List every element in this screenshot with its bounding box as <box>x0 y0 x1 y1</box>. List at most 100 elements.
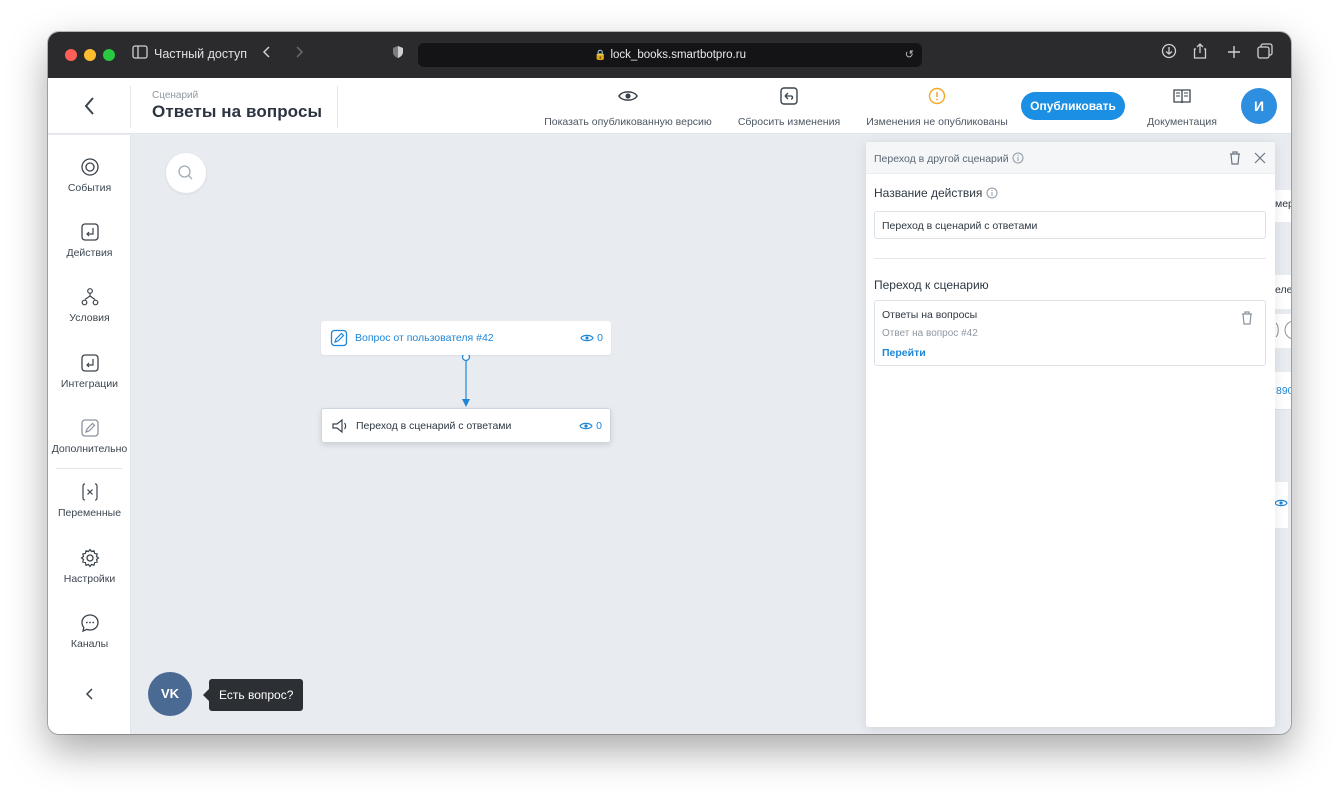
publish-button[interactable]: Опубликовать <box>1021 92 1125 120</box>
sidebar-item-label: Дополнительно <box>51 443 128 455</box>
gear-icon <box>80 548 99 568</box>
share-icon[interactable] <box>1193 43 1207 67</box>
sidebar-item-additional[interactable]: Дополнительно <box>48 418 131 455</box>
action-properties-panel: Переход в другой сценарий Название дейст… <box>866 142 1275 727</box>
background-text: 890 <box>1276 385 1291 397</box>
back-nav-icon[interactable] <box>262 43 272 67</box>
zoom-window-button[interactable] <box>103 49 115 61</box>
url-text: lock_books.smartbotpro.ru <box>610 49 746 61</box>
node-label: Переход в сценарий с ответами <box>356 420 512 432</box>
node-label: Вопрос от пользователя #42 <box>355 332 494 344</box>
scenario-caption: Сценарий <box>152 90 199 101</box>
documentation-button[interactable]: Документация <box>1142 84 1222 128</box>
action-name-label-text: Название действия <box>874 186 983 200</box>
background-text: еле <box>1275 284 1291 296</box>
sidebar-item-label: Переменные <box>57 507 122 519</box>
background-circles-icon <box>1275 320 1291 340</box>
target-scenario-card: Ответы на вопросы Ответ на вопрос #42 Пе… <box>874 300 1266 366</box>
close-window-button[interactable] <box>65 49 77 61</box>
eye-icon <box>1274 499 1288 507</box>
sidebar-item-settings[interactable]: Настройки <box>48 548 131 585</box>
flow-node-transition[interactable]: Переход в сценарий с ответами 0 <box>321 408 611 443</box>
show-published-button[interactable]: Показать опубликованную версию <box>542 84 714 128</box>
scenario-title[interactable]: Ответы на вопросы <box>152 102 322 122</box>
panel-title-text: Переход в другой сценарий <box>874 153 1009 165</box>
browser-titlebar: Частный доступ 🔒 lock_books.smartbotpro.r… <box>48 32 1291 78</box>
sidebar-item-integrations[interactable]: Интеграции <box>48 353 131 390</box>
edit-icon <box>330 329 348 347</box>
reset-changes-button[interactable]: Сбросить изменения <box>734 84 844 128</box>
close-icon[interactable] <box>1253 150 1267 166</box>
flow-node-question[interactable]: Вопрос от пользователя #42 0 <box>321 321 611 355</box>
show-published-label: Показать опубликованную версию <box>544 116 712 128</box>
target-scenario-step: Ответ на вопрос #42 <box>882 328 978 339</box>
warning-icon <box>928 87 946 105</box>
edit-icon <box>80 419 99 437</box>
panel-header: Переход в другой сценарий <box>866 142 1275 174</box>
background-panel-fragment <box>1274 482 1288 528</box>
book-icon <box>1173 89 1191 104</box>
tab-overview-icon[interactable] <box>1257 43 1273 67</box>
sidebar-item-label: Интеграции <box>60 378 119 390</box>
vk-support-button[interactable]: VK <box>148 672 192 716</box>
sidebar-item-conditions[interactable]: Условия <box>48 287 131 324</box>
sidebar-item-label: События <box>67 182 112 194</box>
info-icon[interactable] <box>986 187 998 199</box>
header-divider <box>130 86 131 128</box>
app-header: Сценарий Ответы на вопросы Показать опуб… <box>48 78 1291 134</box>
user-avatar[interactable]: И <box>1241 88 1277 124</box>
minimize-window-button[interactable] <box>84 49 96 61</box>
back-button[interactable] <box>78 92 102 120</box>
trash-icon[interactable] <box>1228 150 1242 166</box>
chat-icon <box>80 614 99 633</box>
sidebar-item-label: Настройки <box>63 573 116 585</box>
integration-icon <box>80 354 99 372</box>
sidebar-item-actions[interactable]: Действия <box>48 222 131 259</box>
help-tooltip: Есть вопрос? <box>202 679 304 711</box>
address-bar[interactable]: 🔒 lock_books.smartbotpro.ru ↺ <box>418 43 922 67</box>
shield-icon[interactable] <box>392 43 404 67</box>
sidebar-divider <box>56 468 122 469</box>
views-count: 0 <box>597 332 603 344</box>
target-icon <box>80 158 99 176</box>
trash-icon[interactable] <box>1240 310 1254 326</box>
download-icon[interactable] <box>1161 43 1177 67</box>
node-views-counter: 0 <box>579 420 602 432</box>
action-name-label: Название действия <box>874 186 998 200</box>
sidebar-item-label: Условия <box>69 312 110 324</box>
new-tab-icon[interactable] <box>1227 43 1241 67</box>
node-views-counter: 0 <box>580 332 603 344</box>
unpublished-status: Изменения не опубликованы <box>860 84 1014 128</box>
action-icon <box>80 223 99 241</box>
chevron-left-icon <box>84 97 94 115</box>
sidebar-item-channels[interactable]: Каналы <box>48 613 131 650</box>
eye-icon <box>580 334 594 342</box>
views-count: 0 <box>596 420 602 432</box>
lock-icon: 🔒 <box>594 50 607 61</box>
collapse-sidebar-icon[interactable] <box>82 685 98 703</box>
goto-scenario-label: Переход к сценарию <box>874 278 989 292</box>
private-browsing-label: Частный доступ <box>154 47 247 61</box>
documentation-label: Документация <box>1147 116 1217 128</box>
goto-link[interactable]: Перейти <box>882 347 926 359</box>
panel-title: Переход в другой сценарий <box>874 152 1024 165</box>
background-text: мер <box>1275 198 1291 210</box>
variable-icon <box>81 483 98 501</box>
panel-divider <box>874 258 1266 259</box>
sidebar-toggle-icon[interactable] <box>132 43 148 67</box>
background-panel-fragment: еле <box>1274 275 1291 309</box>
branch-icon <box>81 288 98 306</box>
info-icon[interactable] <box>1012 152 1024 164</box>
target-scenario-name: Ответы на вопросы <box>882 309 978 321</box>
header-divider <box>337 86 338 128</box>
translate-reload-icon[interactable]: ↺ <box>905 43 914 67</box>
forward-nav-icon[interactable] <box>294 43 304 67</box>
browser-window: Частный доступ 🔒 lock_books.smartbotpro.r… <box>48 32 1291 734</box>
sidebar-item-variables[interactable]: Переменные <box>48 482 131 519</box>
sidebar-item-label: Действия <box>66 247 113 259</box>
eye-icon <box>579 422 593 430</box>
action-name-input[interactable]: Переход в сценарий с ответами <box>874 211 1266 239</box>
sidebar-item-events[interactable]: События <box>48 157 131 194</box>
background-panel-fragment: мер <box>1274 190 1291 222</box>
background-panel-fragment <box>1274 314 1291 348</box>
